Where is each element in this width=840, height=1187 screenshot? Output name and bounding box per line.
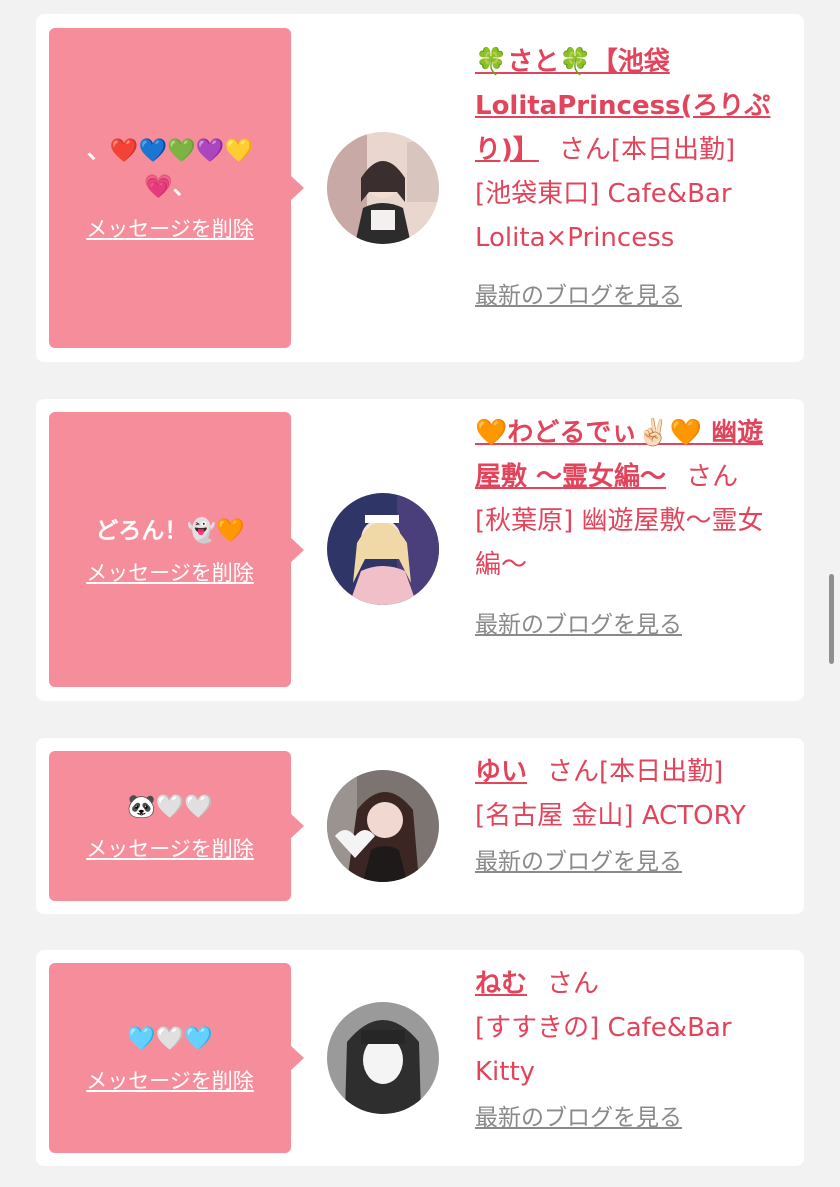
latest-blog-link[interactable]: 最新のブログを見る xyxy=(475,603,682,647)
message-bubble: 🐼🤍🤍 メッセージを削除 xyxy=(49,751,304,901)
message-bubble: 🩵🤍🩵 メッセージを削除 xyxy=(49,963,304,1153)
avatar[interactable] xyxy=(327,1002,439,1114)
cast-info: ゆい さん[本日出勤] [名古屋 金山] ACTORY 最新のブログを見る xyxy=(475,750,795,884)
message-text: 、❤️💙💚💜💛💗、 xyxy=(86,138,254,200)
message-text: どろん！👻🧡 xyxy=(95,517,245,544)
shop-name: [池袋東口] Cafe&Bar Lolita×Princess xyxy=(475,179,732,253)
cast-info: 🍀さと🍀【池袋LolitaPrincess(ろりぷり)】 さん[本日出勤] [池袋… xyxy=(475,40,775,318)
shop-name: [すすきの] Cafe&Bar Kitty xyxy=(475,1013,732,1087)
avatar[interactable] xyxy=(327,770,439,882)
avatar-photo xyxy=(327,493,439,605)
avatar-photo xyxy=(327,132,439,244)
cast-suffix: さん[本日出勤] xyxy=(558,135,736,165)
scrollbar[interactable] xyxy=(829,574,834,664)
message-text: 🐼🤍🤍 xyxy=(127,794,213,820)
cast-suffix: さん xyxy=(547,969,600,999)
avatar[interactable] xyxy=(327,132,439,244)
latest-blog-link[interactable]: 最新のブログを見る xyxy=(475,1096,682,1140)
favorite-card: 🐼🤍🤍 メッセージを削除 ゆい さん[本日出勤] [名古屋 金山] ACTORY … xyxy=(36,738,804,914)
cast-suffix: さん[本日出勤] xyxy=(547,757,724,787)
cast-info: 🧡わどるでぃ✌🏻🧡 幽遊屋敷 〜霊女編〜 さん [秋葉原] 幽遊屋敷〜霊女編〜 最… xyxy=(475,411,775,647)
delete-message-link[interactable]: メッセージを削除 xyxy=(86,557,254,587)
cast-suffix: さん xyxy=(686,462,739,492)
avatar-photo xyxy=(327,1002,439,1114)
message-bubble: 、❤️💙💚💜💛💗、 メッセージを削除 xyxy=(49,28,304,348)
latest-blog-link[interactable]: 最新のブログを見る xyxy=(475,840,682,884)
cast-name-link[interactable]: ゆい xyxy=(475,757,527,787)
favorite-card: 、❤️💙💚💜💛💗、 メッセージを削除 🍀さと🍀【池袋LolitaPrincess… xyxy=(36,14,804,362)
message-bubble: どろん！👻🧡 メッセージを削除 xyxy=(49,412,304,687)
latest-blog-link[interactable]: 最新のブログを見る xyxy=(475,274,682,318)
cast-info: ねむ さん [すすきの] Cafe&Bar Kitty 最新のブログを見る xyxy=(475,962,775,1140)
favorite-card: どろん！👻🧡 メッセージを削除 🧡わどるでぃ✌🏻🧡 幽遊屋敷 〜霊女編〜 さん [… xyxy=(36,399,804,701)
shop-name: [秋葉原] 幽遊屋敷〜霊女編〜 xyxy=(475,506,764,580)
cast-name-link[interactable]: ねむ xyxy=(475,969,527,999)
delete-message-link[interactable]: メッセージを削除 xyxy=(86,213,254,243)
avatar-photo xyxy=(327,770,439,882)
favorite-card: 🩵🤍🩵 メッセージを削除 ねむ さん [すすきの] Cafe&Bar Kitty … xyxy=(36,950,804,1166)
delete-message-link[interactable]: メッセージを削除 xyxy=(86,833,254,863)
delete-message-link[interactable]: メッセージを削除 xyxy=(86,1065,254,1095)
avatar[interactable] xyxy=(327,493,439,605)
shop-name: [名古屋 金山] ACTORY xyxy=(475,801,746,831)
message-text: 🩵🤍🩵 xyxy=(127,1026,213,1052)
